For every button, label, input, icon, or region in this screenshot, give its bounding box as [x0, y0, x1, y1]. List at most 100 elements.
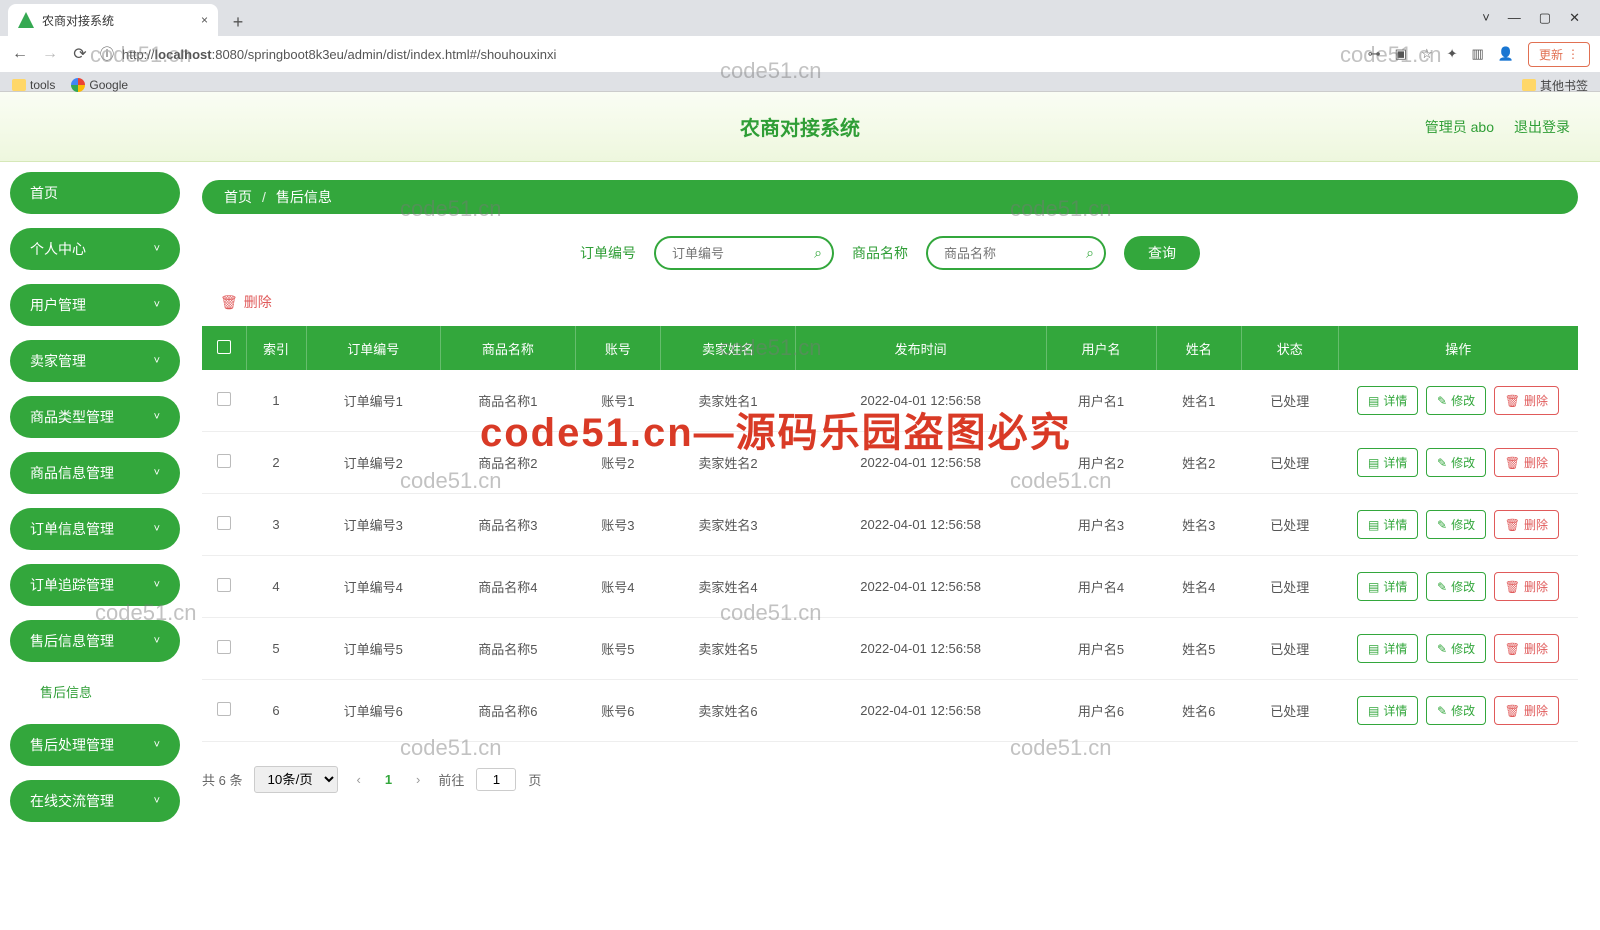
more-icon: ⋮: [1567, 47, 1579, 61]
bookmark-google[interactable]: Google: [71, 78, 128, 92]
cell-order: 订单编号2: [306, 432, 441, 494]
delete-button[interactable]: 🗑删除: [1494, 448, 1559, 477]
reload-icon[interactable]: ⟳: [70, 44, 90, 64]
row-checkbox[interactable]: [217, 640, 231, 654]
detail-button[interactable]: ▤详情: [1357, 510, 1418, 539]
filter-order-label: 订单编号: [580, 243, 636, 263]
filter-product-input[interactable]: [926, 236, 1106, 270]
sidebar-item[interactable]: 订单追踪管理˅: [10, 564, 180, 606]
edit-button[interactable]: ✎修改: [1426, 448, 1486, 477]
sidebar-item[interactable]: 售后处理管理˅: [10, 724, 180, 766]
edit-button[interactable]: ✎修改: [1426, 572, 1486, 601]
tab-favicon-icon: [18, 12, 34, 28]
delete-button[interactable]: 🗑删除: [1494, 634, 1559, 663]
cell-account: 账号4: [575, 556, 660, 618]
cell-order: 订单编号6: [306, 680, 441, 742]
list-icon: ▤: [1368, 394, 1379, 408]
url-box[interactable]: ⓘ http://localhost:8080/springboot8k3eu/…: [100, 44, 1358, 64]
edit-button[interactable]: ✎修改: [1426, 510, 1486, 539]
detail-button[interactable]: ▤详情: [1357, 386, 1418, 415]
sidebar-item[interactable]: 个人中心˅: [10, 228, 180, 270]
tab-close-icon[interactable]: ×: [201, 13, 208, 27]
bookmark-tools[interactable]: tools: [12, 78, 55, 92]
sidebar-item-label: 商品信息管理: [30, 463, 114, 483]
breadcrumb-home[interactable]: 首页: [224, 187, 252, 207]
browser-tab[interactable]: 农商对接系统 ×: [8, 4, 218, 36]
search-icon[interactable]: ⌕: [814, 245, 822, 262]
goto-input[interactable]: [476, 768, 516, 791]
chevron-down-icon: ˅: [154, 355, 160, 367]
row-checkbox[interactable]: [217, 516, 231, 530]
edit-button[interactable]: ✎修改: [1426, 634, 1486, 663]
chevron-down-icon: ˅: [154, 523, 160, 535]
sidebar-item-label: 订单信息管理: [30, 519, 114, 539]
delete-button[interactable]: 🗑删除: [1494, 510, 1559, 539]
sidebar-item[interactable]: 首页: [10, 172, 180, 214]
dropdown-icon[interactable]: ˅: [1482, 10, 1490, 26]
edit-button[interactable]: ✎修改: [1426, 386, 1486, 415]
filter-order-input[interactable]: [654, 236, 834, 270]
nav-back-icon[interactable]: ←: [10, 45, 30, 63]
sidebar-item[interactable]: 售后信息管理˅: [10, 620, 180, 662]
edit-button[interactable]: ✎修改: [1426, 696, 1486, 725]
row-checkbox[interactable]: [217, 702, 231, 716]
folder-icon: [12, 79, 26, 91]
query-button[interactable]: 查询: [1124, 236, 1200, 270]
next-page-icon[interactable]: ›: [410, 772, 426, 787]
sidebar-subitem[interactable]: 售后信息: [16, 672, 174, 710]
detail-button[interactable]: ▤详情: [1357, 696, 1418, 725]
delete-button[interactable]: 🗑删除: [1494, 572, 1559, 601]
cell-time: 2022-04-01 12:56:58: [795, 494, 1046, 556]
sidebar-item[interactable]: 订单信息管理 ˅: [10, 508, 180, 550]
new-tab-button[interactable]: +: [224, 8, 252, 36]
sidebar-item[interactable]: 商品类型管理˅: [10, 396, 180, 438]
breadcrumb-separator: /: [262, 189, 266, 205]
cell-user: 用户名2: [1046, 432, 1156, 494]
detail-button[interactable]: ▤详情: [1357, 572, 1418, 601]
key-icon[interactable]: ⊶: [1368, 46, 1381, 62]
sidebar-item[interactable]: 商品信息管理˅: [10, 452, 180, 494]
search-icon[interactable]: ⌕: [1086, 245, 1094, 262]
cell-seller: 卖家姓名5: [661, 618, 796, 680]
delete-button[interactable]: 🗑删除: [1494, 696, 1559, 725]
maximize-icon[interactable]: ▢: [1539, 10, 1551, 26]
cell-index: 6: [246, 680, 306, 742]
update-button[interactable]: 更新⋮: [1528, 42, 1590, 67]
cell-actions: ▤详情 ✎修改 🗑删除: [1338, 618, 1578, 680]
sidebar-item[interactable]: 在线交流管理˅: [10, 780, 180, 822]
close-icon[interactable]: ✕: [1569, 10, 1580, 26]
cell-user: 用户名6: [1046, 680, 1156, 742]
row-checkbox[interactable]: [217, 578, 231, 592]
edit-icon: ✎: [1437, 704, 1447, 718]
site-info-icon[interactable]: ⓘ: [100, 44, 114, 64]
star-icon[interactable]: ☆: [1421, 46, 1433, 62]
prev-page-icon[interactable]: ‹: [350, 772, 366, 787]
sidebar-item-label: 用户管理: [30, 295, 86, 315]
delete-button[interactable]: 🗑删除: [1494, 386, 1559, 415]
column-header: 状态: [1242, 326, 1338, 370]
extensions-icon[interactable]: ✦: [1447, 46, 1458, 62]
cell-actions: ▤详情 ✎修改 🗑删除: [1338, 680, 1578, 742]
cell-name: 姓名1: [1156, 370, 1241, 432]
row-checkbox[interactable]: [217, 454, 231, 468]
page-number[interactable]: 1: [379, 772, 398, 787]
detail-button[interactable]: ▤详情: [1357, 634, 1418, 663]
row-checkbox[interactable]: [217, 392, 231, 406]
nav-forward-icon[interactable]: →: [40, 45, 60, 63]
cell-actions: ▤详情 ✎修改 🗑删除: [1338, 494, 1578, 556]
other-bookmarks[interactable]: 其他书签: [1522, 77, 1588, 94]
bulk-delete-button[interactable]: 🗑 删除: [202, 292, 1578, 312]
side-panel-icon[interactable]: ▥: [1472, 46, 1484, 62]
logout-link[interactable]: 退出登录: [1514, 117, 1570, 137]
chevron-down-icon: ˅: [154, 243, 160, 255]
share-icon[interactable]: ▣: [1395, 46, 1407, 62]
minimize-icon[interactable]: —: [1508, 10, 1521, 26]
sidebar-item[interactable]: 卖家管理˅: [10, 340, 180, 382]
detail-button[interactable]: ▤详情: [1357, 448, 1418, 477]
sidebar-item-label: 商品类型管理: [30, 407, 114, 427]
admin-label[interactable]: 管理员 abo: [1425, 117, 1494, 137]
sidebar-item[interactable]: 用户管理˅: [10, 284, 180, 326]
page-size-select[interactable]: 10条/页: [254, 766, 338, 793]
select-all-checkbox[interactable]: [217, 340, 231, 354]
profile-icon[interactable]: 👤: [1498, 46, 1514, 62]
